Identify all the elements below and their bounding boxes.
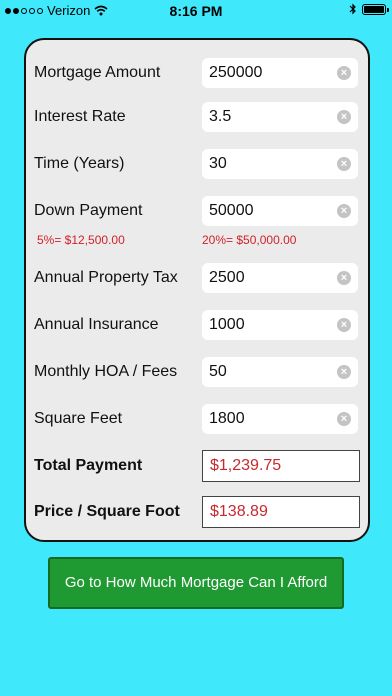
- hoa-fees-field[interactable]: 50 ×: [202, 357, 358, 387]
- clear-icon[interactable]: ×: [337, 204, 351, 218]
- property-tax-field[interactable]: 2500 ×: [202, 263, 358, 293]
- status-bar: Verizon 8:16 PM: [0, 0, 392, 22]
- mortgage-amount-field[interactable]: 250000 ×: [202, 58, 358, 88]
- total-payment-label: Total Payment: [34, 457, 143, 474]
- price-per-square-foot-label: Price / Square Foot: [34, 503, 180, 520]
- clear-icon[interactable]: ×: [337, 66, 351, 80]
- price-per-square-foot-output: $138.89: [202, 496, 360, 528]
- bluetooth-icon: [349, 3, 356, 15]
- clear-icon[interactable]: ×: [337, 318, 351, 332]
- clear-icon[interactable]: ×: [337, 412, 351, 426]
- clear-icon[interactable]: ×: [337, 110, 351, 124]
- clear-icon[interactable]: ×: [337, 157, 351, 171]
- time-years-value: 30: [209, 155, 227, 172]
- property-tax-label: Annual Property Tax: [34, 269, 178, 286]
- insurance-label: Annual Insurance: [34, 316, 159, 333]
- interest-rate-value: 3.5: [209, 108, 232, 125]
- five-percent-hint: 5%= $12,500.00: [37, 233, 125, 247]
- mortgage-amount-value: 250000: [209, 64, 263, 81]
- clear-icon[interactable]: ×: [337, 365, 351, 379]
- down-payment-field[interactable]: 50000 ×: [202, 196, 358, 226]
- battery-icon: [362, 3, 389, 15]
- square-feet-value: 1800: [209, 410, 245, 427]
- hoa-fees-label: Monthly HOA / Fees: [34, 363, 178, 380]
- status-right: [349, 3, 389, 15]
- interest-rate-field[interactable]: 3.5 ×: [202, 102, 358, 132]
- down-payment-label: Down Payment: [34, 202, 143, 219]
- insurance-field[interactable]: 1000 ×: [202, 310, 358, 340]
- interest-rate-label: Interest Rate: [34, 108, 126, 125]
- how-much-can-i-afford-button[interactable]: Go to How Much Mortgage Can I Afford: [48, 557, 344, 609]
- mortgage-calculator-form: Mortgage Amount 250000 × Interest Rate 3…: [24, 38, 370, 542]
- total-payment-output: $1,239.75: [202, 450, 360, 482]
- clock: 8:16 PM: [169, 3, 223, 19]
- mortgage-amount-label: Mortgage Amount: [34, 64, 161, 81]
- time-years-label: Time (Years): [34, 155, 125, 172]
- square-feet-field[interactable]: 1800 ×: [202, 404, 358, 434]
- clear-icon[interactable]: ×: [337, 271, 351, 285]
- hoa-fees-value: 50: [209, 363, 227, 380]
- square-feet-label: Square Feet: [34, 410, 123, 427]
- time-years-field[interactable]: 30 ×: [202, 149, 358, 179]
- property-tax-value: 2500: [209, 269, 245, 286]
- twenty-percent-hint: 20%= $50,000.00: [202, 233, 297, 247]
- down-payment-value: 50000: [209, 202, 254, 219]
- insurance-value: 1000: [209, 316, 245, 333]
